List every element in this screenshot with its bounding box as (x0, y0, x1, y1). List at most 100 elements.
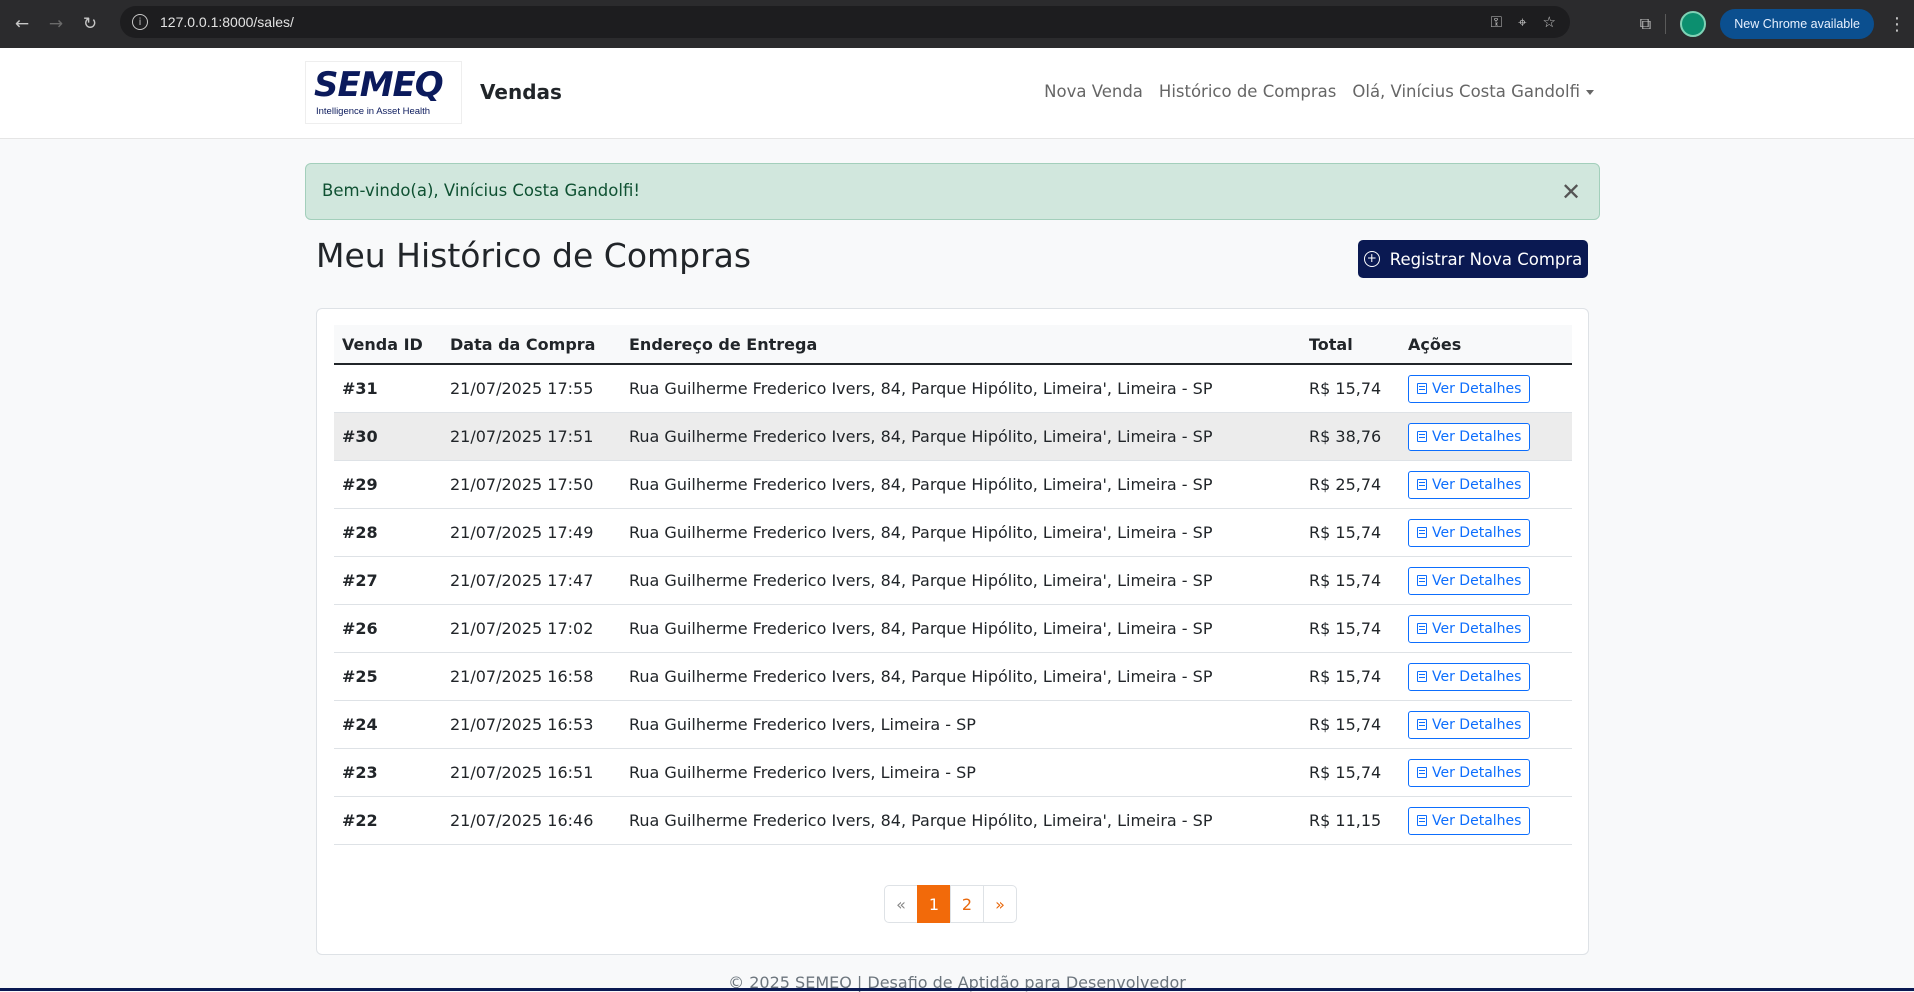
col-header-date: Data da Compra (442, 325, 621, 365)
table-body: #31 21/07/2025 17:55 Rua Guilherme Frederi… (334, 364, 1572, 845)
pagination-page-2[interactable]: 2 (950, 885, 984, 923)
col-header-id: Venda ID (334, 325, 442, 365)
table-row: #28 21/07/2025 17:49 Rua Guilherme Frederi… (334, 508, 1572, 557)
view-details-button[interactable]: Ver Detalhes (1408, 806, 1531, 835)
logo-mark: SEMEQ (314, 65, 444, 105)
view-details-label: Ver Detalhes (1432, 716, 1522, 733)
pagination-page-1[interactable]: 1 (917, 885, 951, 923)
cell-actions: Ver Detalhes (1400, 460, 1572, 509)
app-navbar: SEMEQ Intelligence in Asset Health Venda… (0, 48, 1914, 139)
pagination-prev[interactable]: « (884, 885, 918, 923)
bookmark-star-icon[interactable]: ☆ (1543, 13, 1556, 31)
view-details-button[interactable]: Ver Detalhes (1408, 662, 1531, 691)
document-list-icon (1417, 383, 1427, 394)
reload-icon[interactable]: ↻ (76, 10, 104, 38)
user-menu-dropdown[interactable]: Olá, Vinícius Costa Gandolfi (1352, 82, 1594, 101)
location-pin-icon[interactable]: ⌖ (1518, 13, 1526, 31)
table-header-row: Venda ID Data da Compra Endereço de Entr… (334, 325, 1572, 365)
semeq-logo[interactable]: SEMEQ Intelligence in Asset Health (305, 61, 462, 124)
cell-actions: Ver Detalhes (1400, 796, 1572, 845)
document-list-icon (1417, 767, 1427, 778)
cell-address: Rua Guilherme Frederico Ivers, 84, Parqu… (621, 460, 1301, 509)
view-details-label: Ver Detalhes (1432, 572, 1522, 589)
table-row: #25 21/07/2025 16:58 Rua Guilherme Frederi… (334, 652, 1572, 701)
cell-sale-id: #28 (334, 508, 442, 557)
cell-address: Rua Guilherme Frederico Ivers, 84, Parqu… (621, 364, 1301, 413)
cell-date: 21/07/2025 17:02 (442, 604, 621, 653)
forward-arrow-icon[interactable]: → (42, 10, 70, 38)
address-bar[interactable]: i 127.0.0.1:8000/sales/ ⚿ ⌖ ☆ (120, 6, 1570, 38)
cell-date: 21/07/2025 17:51 (442, 412, 621, 461)
purchases-table: Venda ID Data da Compra Endereço de Entr… (334, 325, 1572, 845)
cell-date: 21/07/2025 17:50 (442, 460, 621, 509)
nav-link-nova-venda[interactable]: Nova Venda (1044, 82, 1143, 101)
document-list-icon (1417, 623, 1427, 634)
cell-sale-id: #30 (334, 412, 442, 461)
view-details-label: Ver Detalhes (1432, 764, 1522, 781)
cell-address: Rua Guilherme Frederico Ivers, Limeira -… (621, 748, 1301, 797)
toolbar-divider (1665, 14, 1667, 34)
view-details-button[interactable]: Ver Detalhes (1408, 758, 1531, 787)
cell-address: Rua Guilherme Frederico Ivers, 84, Parqu… (621, 556, 1301, 605)
logo-tagline: Intelligence in Asset Health (316, 106, 431, 117)
pagination-nav: « 1 2 » (884, 885, 1017, 923)
cell-address: Rua Guilherme Frederico Ivers, 84, Parqu… (621, 796, 1301, 845)
brand-title[interactable]: Vendas (480, 80, 562, 104)
cell-actions: Ver Detalhes (1400, 412, 1572, 461)
view-details-button[interactable]: Ver Detalhes (1408, 470, 1531, 499)
register-purchase-label: Registrar Nova Compra (1389, 249, 1583, 269)
welcome-alert: Bem-vindo(a), Vinícius Costa Gandolfi! ✕ (305, 163, 1600, 220)
site-info-icon[interactable]: i (132, 14, 148, 30)
chrome-update-button[interactable]: New Chrome available (1720, 9, 1874, 39)
register-purchase-button[interactable]: + Registrar Nova Compra (1358, 240, 1588, 278)
url-text[interactable]: 127.0.0.1:8000/sales/ (160, 14, 294, 30)
cell-actions: Ver Detalhes (1400, 508, 1572, 557)
table-row: #26 21/07/2025 17:02 Rua Guilherme Frederi… (334, 604, 1572, 653)
dropdown-caret-icon (1586, 90, 1594, 95)
view-details-button[interactable]: Ver Detalhes (1408, 710, 1531, 739)
view-details-button[interactable]: Ver Detalhes (1408, 566, 1531, 595)
extensions-puzzle-icon[interactable]: ⧉ (1640, 14, 1651, 34)
profile-avatar-icon[interactable] (1680, 11, 1707, 37)
menu-kebab-icon[interactable]: ⋮ (1888, 14, 1906, 35)
cell-sale-id: #23 (334, 748, 442, 797)
table-row: #27 21/07/2025 17:47 Rua Guilherme Frederi… (334, 556, 1572, 605)
view-details-label: Ver Detalhes (1432, 428, 1522, 445)
nav-link-historico[interactable]: Histórico de Compras (1159, 82, 1336, 101)
view-details-button[interactable]: Ver Detalhes (1408, 518, 1531, 547)
document-list-icon (1417, 815, 1427, 826)
view-details-button[interactable]: Ver Detalhes (1408, 614, 1531, 643)
view-details-button[interactable]: Ver Detalhes (1408, 422, 1531, 451)
cell-date: 21/07/2025 17:49 (442, 508, 621, 557)
cell-total: R$ 15,74 (1301, 748, 1400, 797)
cell-actions: Ver Detalhes (1400, 604, 1572, 653)
cell-total: R$ 15,74 (1301, 364, 1400, 413)
cell-actions: Ver Detalhes (1400, 700, 1572, 749)
browser-toolbar: ← → ↻ i 127.0.0.1:8000/sales/ ⚿ ⌖ ☆ ⧉ Ne… (0, 0, 1914, 48)
page-title: Meu Histórico de Compras (316, 236, 752, 275)
cell-sale-id: #22 (334, 796, 442, 845)
view-details-label: Ver Detalhes (1432, 668, 1522, 685)
table-row: #31 21/07/2025 17:55 Rua Guilherme Frederi… (334, 364, 1572, 413)
close-icon[interactable]: ✕ (1557, 178, 1585, 206)
back-arrow-icon[interactable]: ← (8, 10, 36, 38)
table-row: #30 21/07/2025 17:51 Rua Guilherme Frederi… (334, 412, 1572, 461)
document-list-icon (1417, 575, 1427, 586)
cell-address: Rua Guilherme Frederico Ivers, 84, Parqu… (621, 508, 1301, 557)
cell-sale-id: #29 (334, 460, 442, 509)
cell-total: R$ 15,74 (1301, 652, 1400, 701)
view-details-button[interactable]: Ver Detalhes (1408, 374, 1531, 403)
cell-actions: Ver Detalhes (1400, 556, 1572, 605)
col-header-address: Endereço de Entrega (621, 325, 1301, 365)
pagination-next[interactable]: » (983, 885, 1017, 923)
cell-total: R$ 25,74 (1301, 460, 1400, 509)
cell-total: R$ 15,74 (1301, 700, 1400, 749)
cell-total: R$ 11,15 (1301, 796, 1400, 845)
view-details-label: Ver Detalhes (1432, 476, 1522, 493)
document-list-icon (1417, 527, 1427, 538)
cell-total: R$ 15,74 (1301, 556, 1400, 605)
col-header-actions: Ações (1400, 325, 1572, 365)
cell-date: 21/07/2025 16:53 (442, 700, 621, 749)
key-icon[interactable]: ⚿ (1491, 13, 1502, 31)
view-details-label: Ver Detalhes (1432, 620, 1522, 637)
